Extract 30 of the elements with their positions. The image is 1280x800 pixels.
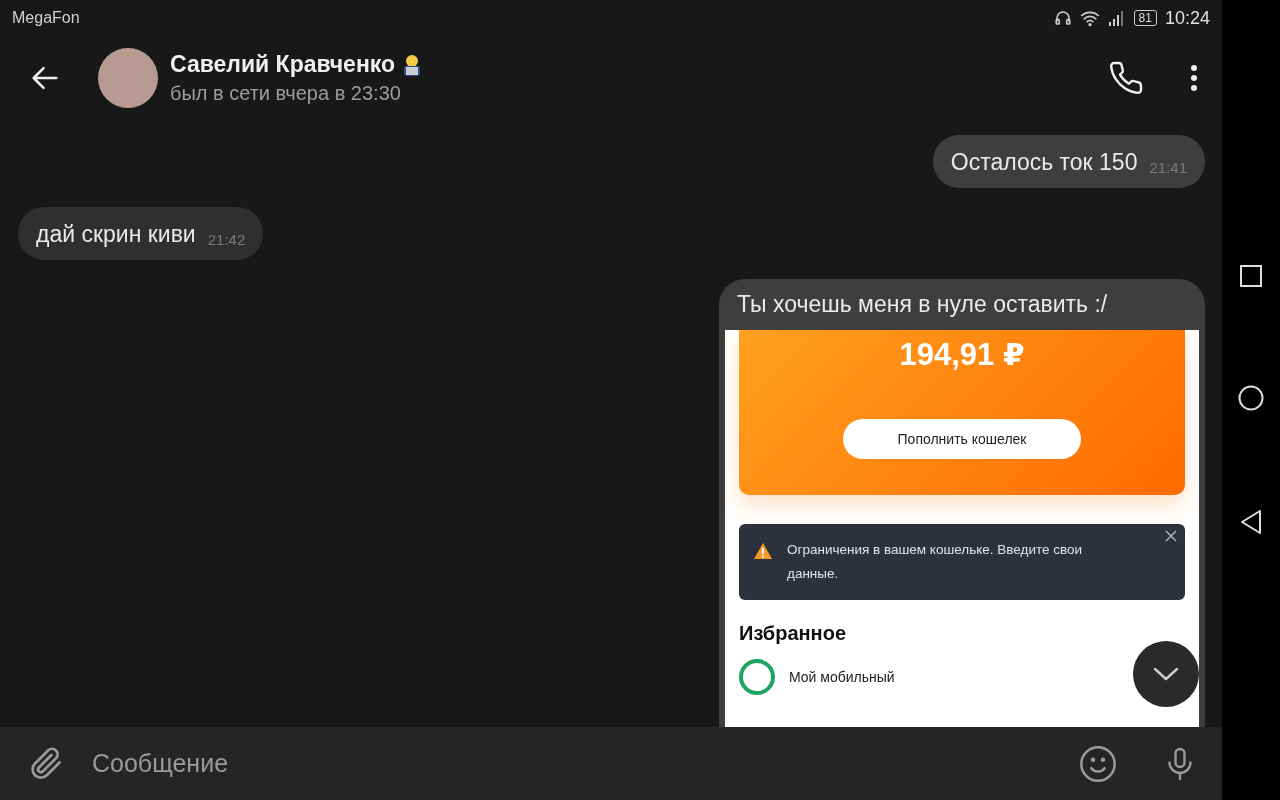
more-options-icon[interactable] xyxy=(1190,64,1198,92)
message-text: Ты хочешь меня в нуле оставить :/ xyxy=(736,291,1109,318)
favorite-label: Мой мобильный xyxy=(789,669,895,685)
message-text: Осталось ток 150 xyxy=(950,149,1138,176)
emoji-icon[interactable] xyxy=(1078,743,1118,784)
phone-icon[interactable] xyxy=(1108,60,1144,96)
contact-name: Савелий Кравченко xyxy=(170,51,396,78)
message-time: 21:42 xyxy=(207,231,246,248)
circle-icon[interactable] xyxy=(1238,385,1264,411)
notice-text: Ограничения в вашем кошельке. Введите свои данные. xyxy=(787,541,1084,583)
phone-circle-icon xyxy=(739,659,775,695)
message-time: 21:41 xyxy=(1149,159,1187,176)
paperclip-icon[interactable] xyxy=(28,745,64,782)
section-heading: Избранное xyxy=(739,622,847,645)
last-seen-status: был в сети вчера в 23:30 xyxy=(170,82,402,105)
close-button[interactable] xyxy=(1165,530,1177,542)
clock-time: 10:24 xyxy=(1164,7,1210,29)
triangle-icon[interactable] xyxy=(1240,509,1262,535)
balance-amount: 194,91 ₽ xyxy=(899,336,1025,373)
wifi-icon xyxy=(1079,9,1100,27)
signal-icon xyxy=(1107,10,1126,26)
battery-level: 81 xyxy=(1133,10,1157,26)
chevron-down-icon xyxy=(1151,665,1181,683)
warning-icon xyxy=(753,542,773,560)
top-up-button[interactable]: Пополнить кошелек xyxy=(843,419,1081,459)
avatar-placeholder[interactable] xyxy=(98,48,158,108)
square-icon[interactable] xyxy=(1240,265,1262,287)
headphones-icon xyxy=(1053,9,1072,27)
message-text: дай скрин киви xyxy=(36,221,196,248)
carrier-name: MegaFon xyxy=(12,9,80,27)
